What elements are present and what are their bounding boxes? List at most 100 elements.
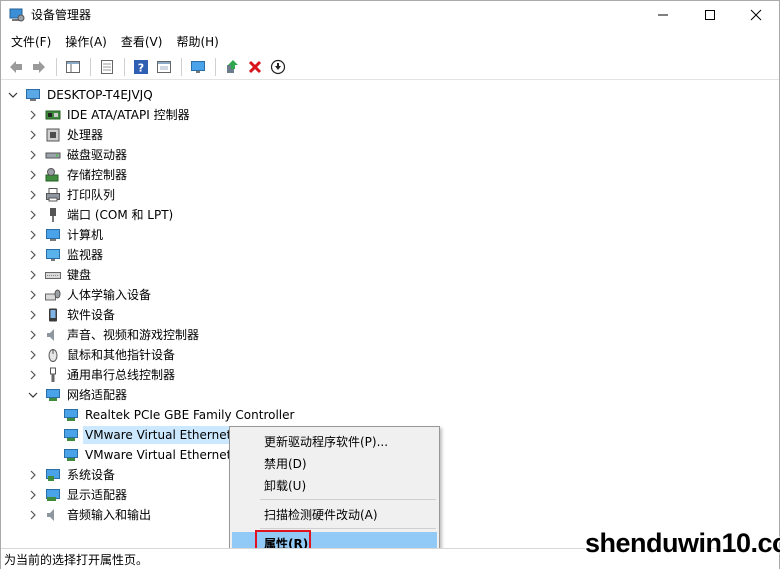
- tree-category[interactable]: 键盘: [27, 265, 93, 285]
- tree-category[interactable]: 声音、视频和游戏控制器: [27, 325, 201, 345]
- printer-icon: [46, 188, 60, 202]
- hid-icon: [45, 289, 61, 301]
- ctx-uninstall[interactable]: 卸载(U): [232, 474, 437, 496]
- toolbar-separator: [124, 57, 125, 76]
- tree-category[interactable]: IDE ATA/ATAPI 控制器: [27, 105, 192, 125]
- uninstall-button[interactable]: [244, 56, 266, 78]
- expand-chevron-icon[interactable]: [27, 489, 39, 501]
- scan-hardware-button[interactable]: [187, 56, 209, 78]
- expand-chevron-icon[interactable]: [27, 269, 39, 281]
- menu-file[interactable]: 文件(F): [5, 31, 57, 53]
- toolbar: ?: [1, 54, 779, 80]
- ctx-update-driver[interactable]: 更新驱动程序软件(P)...: [232, 430, 437, 452]
- tree-category-label: 网络适配器: [67, 388, 128, 402]
- tree-category-label: 声音、视频和游戏控制器: [67, 328, 200, 342]
- tree-category[interactable]: 人体学输入设备: [27, 285, 153, 305]
- tree-category-label: 音频输入和输出: [67, 508, 152, 522]
- close-icon: [750, 9, 762, 21]
- expand-chevron-icon[interactable]: [27, 249, 39, 261]
- menu-view[interactable]: 查看(V): [115, 31, 169, 53]
- tree-device[interactable]: VMware Virtual Ethernet: [63, 445, 233, 465]
- expand-chevron-icon[interactable]: [27, 149, 39, 161]
- view-icon: [157, 60, 171, 73]
- minimize-button[interactable]: [640, 1, 686, 29]
- watermark-text: shenduwin10.com: [585, 528, 780, 558]
- ctx-separator: [260, 499, 436, 500]
- tree-category-network-adapters[interactable]: 网络适配器: [27, 385, 129, 405]
- tree-category-label: 系统设备: [67, 468, 116, 482]
- tree-category[interactable]: 处理器: [27, 125, 105, 145]
- update-driver-button[interactable]: [221, 56, 243, 78]
- tree-device-selected[interactable]: VMware Virtual Ethernet: [63, 425, 234, 445]
- device-manager-app-icon: [9, 8, 25, 22]
- uninstall-icon: [248, 60, 262, 73]
- forward-icon: [33, 60, 45, 73]
- tree-root[interactable]: DESKTOP-T4EJVJQ: [7, 85, 155, 105]
- expand-chevron-icon[interactable]: [27, 289, 39, 301]
- expand-chevron-icon[interactable]: [27, 469, 39, 481]
- help-icon: ?: [134, 59, 148, 74]
- tree-device[interactable]: Realtek PCIe GBE Family Controller: [63, 405, 296, 425]
- properties-button[interactable]: [96, 56, 118, 78]
- collapse-chevron-icon[interactable]: [7, 89, 19, 101]
- storage-controller-icon: [45, 168, 59, 182]
- expand-chevron-icon[interactable]: [27, 509, 39, 521]
- system-device-icon: [46, 469, 60, 481]
- tree-category-label: 鼠标和其他指针设备: [67, 348, 176, 362]
- close-button[interactable]: [733, 1, 779, 29]
- status-text: 为当前的选择打开属性页。: [4, 552, 149, 567]
- computer-icon: [26, 89, 40, 101]
- show-hide-tree-button[interactable]: [62, 56, 84, 78]
- tree-category[interactable]: 系统设备: [27, 465, 117, 485]
- ctx-disable[interactable]: 禁用(D): [232, 452, 437, 474]
- tree-category[interactable]: 音频输入和输出: [27, 505, 153, 525]
- computer-icon: [46, 229, 60, 241]
- expand-chevron-icon[interactable]: [27, 229, 39, 241]
- expand-chevron-icon[interactable]: [27, 129, 39, 141]
- expand-chevron-icon[interactable]: [27, 369, 39, 381]
- tree-category-label: 端口 (COM 和 LPT): [67, 208, 174, 222]
- tree-category-label: 计算机: [67, 228, 104, 242]
- menu-help[interactable]: 帮助(H): [170, 31, 224, 53]
- toolbar-separator: [56, 57, 57, 76]
- tree-category[interactable]: 鼠标和其他指针设备: [27, 345, 177, 365]
- help-button[interactable]: ?: [130, 56, 152, 78]
- expand-chevron-icon[interactable]: [27, 169, 39, 181]
- tree-category-label: 键盘: [67, 268, 92, 282]
- tree-category[interactable]: 计算机: [27, 225, 105, 245]
- maximize-button[interactable]: [687, 1, 733, 29]
- expand-chevron-icon[interactable]: [27, 329, 39, 341]
- usb-icon: [50, 367, 56, 382]
- back-button[interactable]: [5, 56, 27, 78]
- mouse-icon: [48, 349, 58, 362]
- ctx-scan-hardware[interactable]: 扫描检测硬件改动(A): [232, 503, 437, 525]
- network-adapter-icon: [64, 429, 78, 441]
- tree-category[interactable]: 显示适配器: [27, 485, 129, 505]
- expand-chevron-icon[interactable]: [27, 189, 39, 201]
- tree-category[interactable]: 软件设备: [27, 305, 117, 325]
- tree-category[interactable]: 磁盘驱动器: [27, 145, 129, 165]
- menu-action[interactable]: 操作(A): [59, 31, 113, 53]
- collapse-chevron-icon[interactable]: [27, 389, 39, 401]
- tree-category-label: 软件设备: [67, 308, 116, 322]
- tree-category[interactable]: 打印队列: [27, 185, 117, 205]
- expand-chevron-icon[interactable]: [27, 349, 39, 361]
- svg-text:?: ?: [138, 61, 144, 74]
- tree-category[interactable]: 通用串行总线控制器: [27, 365, 177, 385]
- sound-icon: [47, 329, 54, 341]
- expand-chevron-icon[interactable]: [27, 209, 39, 221]
- tree-category-label: 监视器: [67, 248, 104, 262]
- expand-chevron-icon[interactable]: [27, 309, 39, 321]
- show-hide-icon: [66, 60, 80, 73]
- disable-button[interactable]: [267, 56, 289, 78]
- processor-icon: [46, 128, 60, 142]
- tree-category[interactable]: 监视器: [27, 245, 105, 265]
- expand-chevron-icon[interactable]: [27, 109, 39, 121]
- view-button[interactable]: [153, 56, 175, 78]
- tree-category[interactable]: 存储控制器: [27, 165, 129, 185]
- forward-button[interactable]: [28, 56, 50, 78]
- tree-category[interactable]: 端口 (COM 和 LPT): [27, 205, 175, 225]
- tree-category-label: 显示适配器: [67, 488, 128, 502]
- title-bar: 设备管理器: [1, 1, 779, 29]
- ctx-label: 禁用(D): [264, 456, 307, 471]
